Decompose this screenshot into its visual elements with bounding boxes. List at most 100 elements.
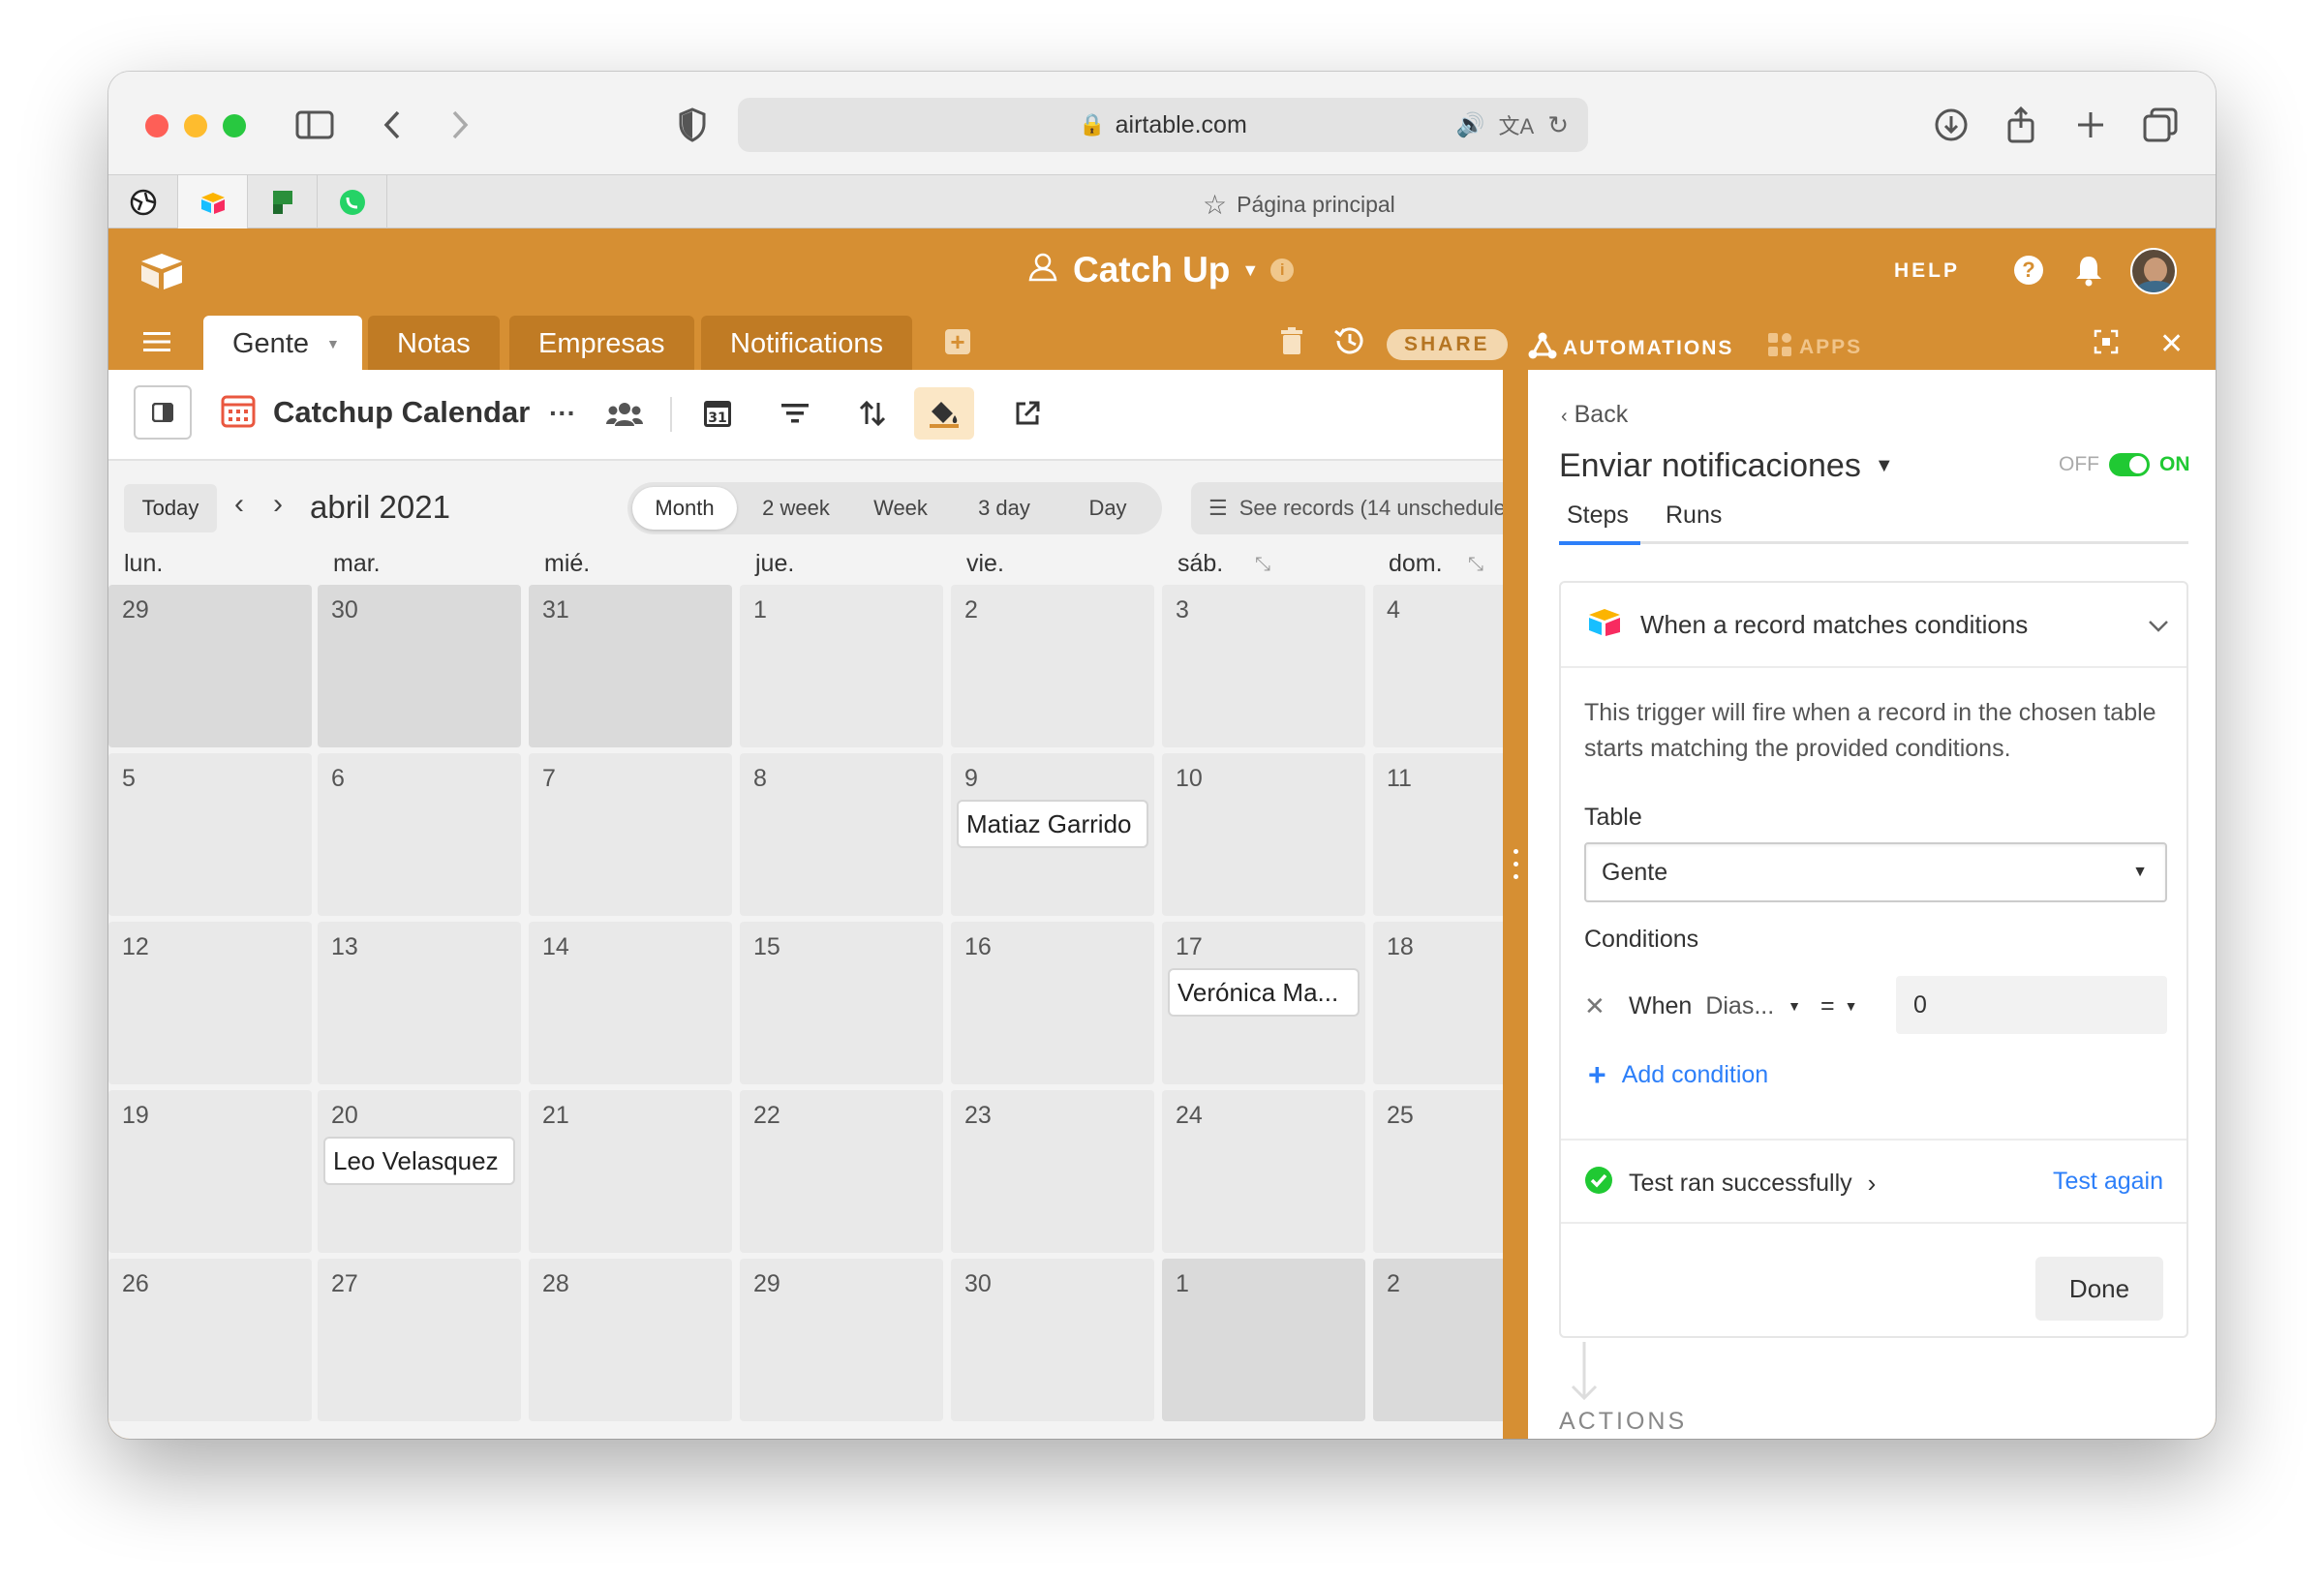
see-records-button[interactable]: ☰ See records (14 unscheduled) [1191, 482, 1503, 534]
pinned-tab-whatsapp-icon[interactable] [318, 175, 387, 228]
fullscreen-icon[interactable] [2094, 329, 2119, 359]
calendar-day-cell[interactable]: 1 [1162, 1259, 1365, 1421]
range-2-week[interactable]: 2 week [742, 487, 850, 530]
shield-icon[interactable] [670, 103, 715, 147]
range-day[interactable]: Day [1059, 487, 1156, 530]
info-icon[interactable]: i [1270, 259, 1295, 282]
automations-button[interactable]: AUTOMATIONS [1528, 331, 1733, 366]
today-button[interactable]: Today [124, 484, 217, 532]
audio-icon[interactable]: 🔊 [1456, 111, 1485, 139]
range-month[interactable]: Month [632, 487, 737, 530]
calendar-day-cell[interactable]: 18 [1373, 922, 1503, 1084]
condition-operator-select[interactable]: = ▼ [1820, 992, 1857, 1020]
condition-field-select[interactable]: Dias... ▼ [1705, 992, 1801, 1020]
help-link[interactable]: HELP [1894, 259, 1960, 283]
back-link[interactable]: ‹ Back [1561, 401, 1628, 429]
view-name[interactable]: Catchup Calendar [273, 395, 530, 430]
calendar-day-cell[interactable]: 7 [529, 753, 732, 916]
reload-icon[interactable]: ↻ [1547, 110, 1569, 140]
filter-icon[interactable] [773, 391, 817, 436]
back-arrow-icon[interactable] [370, 103, 414, 147]
sidebar-toggle-icon[interactable] [292, 103, 337, 147]
zoom-window-button[interactable] [223, 114, 246, 137]
calendar-day-cell[interactable]: 30 [318, 585, 521, 747]
automation-toggle[interactable]: OFF ON [2059, 453, 2190, 476]
tab-notas[interactable]: Notas [368, 316, 500, 372]
apps-button[interactable]: APPS [1766, 331, 1862, 364]
calendar-day-cell[interactable]: 2 [951, 585, 1154, 747]
history-icon[interactable] [1332, 325, 1365, 361]
add-table-icon[interactable]: + [945, 327, 970, 356]
share-icon[interactable] [1999, 103, 2043, 147]
panel-resize-handle[interactable] [1503, 370, 1528, 1439]
tab-overview-icon[interactable] [2138, 103, 2183, 147]
calendar-day-cell[interactable]: 28 [529, 1259, 732, 1421]
calendar-day-cell[interactable]: 31 [529, 585, 732, 747]
forward-arrow-icon[interactable] [438, 103, 482, 147]
new-tab-icon[interactable] [2068, 103, 2113, 147]
calendar-day-cell[interactable]: 10 [1162, 753, 1365, 916]
avatar[interactable] [2130, 248, 2177, 294]
range-week[interactable]: Week [854, 487, 947, 530]
automation-title[interactable]: Enviar notificaciones ▼ [1559, 447, 1894, 485]
translate-icon[interactable]: 文A [1499, 109, 1535, 140]
calendar-day-cell[interactable]: 11 [1373, 753, 1503, 916]
calendar-day-cell[interactable]: 20 Leo Velasquez [318, 1090, 521, 1253]
calendar-day-cell[interactable]: 21 [529, 1090, 732, 1253]
calendar-day-cell[interactable]: 8 [740, 753, 943, 916]
calendar-day-cell[interactable]: 4 [1373, 585, 1503, 747]
calendar-day-cell[interactable]: 17 Verónica Ma... [1162, 922, 1365, 1084]
calendar-day-cell[interactable]: 25 [1373, 1090, 1503, 1253]
calendar-day-cell[interactable]: 29 [108, 585, 312, 747]
calendar-day-cell[interactable]: 6 [318, 753, 521, 916]
calendar-day-cell[interactable]: 1 [740, 585, 943, 747]
calendar-day-cell[interactable]: 2 [1373, 1259, 1503, 1421]
remove-condition-icon[interactable]: ✕ [1584, 991, 1615, 1021]
range-3-day[interactable]: 3 day [953, 487, 1055, 530]
pinned-tab-globe-icon[interactable] [108, 175, 178, 228]
calendar-day-cell[interactable]: 26 [108, 1259, 312, 1421]
bell-icon[interactable] [2074, 254, 2103, 291]
calendar-day-cell[interactable]: 29 [740, 1259, 943, 1421]
table-select[interactable]: Gente ▼ [1584, 842, 2167, 902]
color-bucket-icon[interactable] [914, 387, 974, 440]
calendar-day-cell[interactable]: 27 [318, 1259, 521, 1421]
hamburger-menu-icon[interactable] [143, 331, 170, 357]
collapse-day-icon[interactable]: ⤡ [1255, 554, 1270, 576]
calendar-event[interactable]: Verónica Ma... [1168, 968, 1360, 1017]
tab-gente[interactable]: Gente ▼ [203, 316, 362, 372]
download-icon[interactable] [1929, 103, 1973, 147]
calendar-day-cell[interactable]: 24 [1162, 1090, 1365, 1253]
add-condition-button[interactable]: + Add condition [1588, 1057, 1768, 1093]
calendar-day-cell[interactable]: 13 [318, 922, 521, 1084]
view-sidebar-toggle-icon[interactable] [134, 385, 192, 440]
test-again-link[interactable]: Test again [2053, 1168, 2163, 1196]
tab-empresas[interactable]: Empresas [509, 316, 694, 372]
calendar-day-cell[interactable]: 30 [951, 1259, 1154, 1421]
current-tab[interactable]: ☆ Página principal [1203, 189, 1395, 221]
date-settings-icon[interactable]: 31 [695, 391, 740, 436]
tab-notifications[interactable]: Notifications [701, 316, 912, 372]
help-icon[interactable]: ? [2014, 256, 2043, 285]
calendar-event[interactable]: Matiaz Garrido [957, 800, 1148, 848]
pinned-tab-airtable-icon[interactable] [178, 175, 248, 228]
tab-runs[interactable]: Runs [1666, 502, 1722, 530]
close-window-button[interactable] [145, 114, 168, 137]
address-bar[interactable]: 🔒 airtable.com 🔊 文A ↻ [738, 98, 1588, 152]
condition-value-input[interactable]: 0 [1896, 976, 2167, 1034]
calendar-event[interactable]: Leo Velasquez [323, 1137, 515, 1185]
collapse-day-icon[interactable]: ⤡ [1468, 554, 1483, 576]
close-icon[interactable]: ✕ [2159, 327, 2184, 361]
view-more-icon[interactable]: ··· [540, 391, 585, 436]
external-link-icon[interactable] [1005, 391, 1050, 436]
collaborators-icon[interactable] [602, 391, 647, 436]
calendar-day-cell[interactable]: 23 [951, 1090, 1154, 1253]
trash-icon[interactable] [1280, 327, 1303, 361]
tab-steps[interactable]: Steps [1567, 502, 1629, 530]
sort-icon[interactable] [850, 391, 895, 436]
base-title[interactable]: Catch Up ▼ i [1028, 250, 1295, 290]
calendar-day-cell[interactable]: 9 Matiaz Garrido [951, 753, 1154, 916]
done-button[interactable]: Done [2035, 1257, 2163, 1321]
calendar-day-cell[interactable]: 3 [1162, 585, 1365, 747]
calendar-day-cell[interactable]: 5 [108, 753, 312, 916]
